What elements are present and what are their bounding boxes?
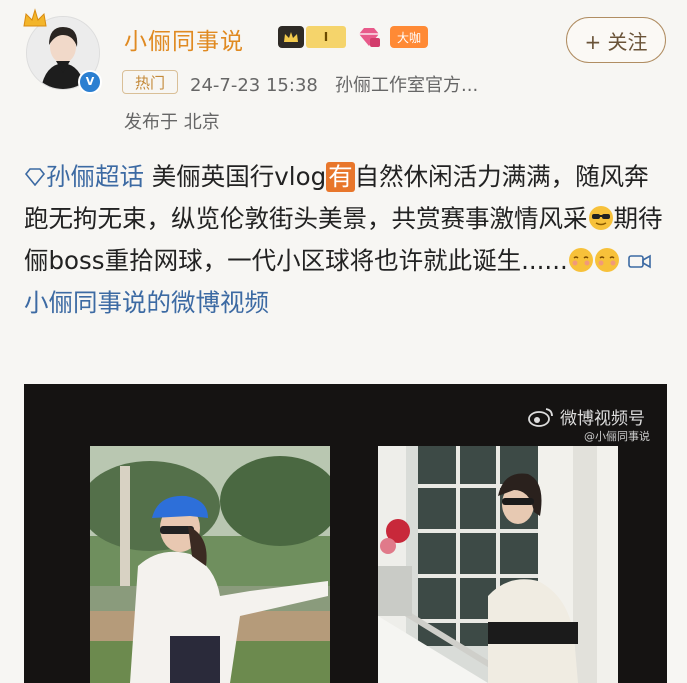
username[interactable]: 小俪同事说 [124,22,244,56]
post-source[interactable]: 孙俪工作室官方... [335,75,478,96]
small-crown-icon [284,32,298,42]
weibo-video-watermark: 微博视频号 [528,404,645,429]
weibo-logo-icon [528,407,553,427]
vip-crown-badge [278,26,304,48]
shy-emoji-icon-2 [594,248,619,272]
video-frame-left [90,446,330,683]
diamond-icon [24,168,46,187]
watermark-sub: @小俪同事说 [584,430,650,443]
post-timestamp: 24-7-23 15:38 [190,75,318,96]
follow-button[interactable]: + 关注 [566,17,666,63]
post-location: 发布于 北京 [124,112,220,133]
follow-label: + 关注 [584,29,648,54]
hot-tag: 热门 [122,70,178,94]
gem-icon [356,26,382,48]
v-verified-icon: V [78,70,102,94]
crown-icon [23,8,47,27]
video-link-label: 小俪同事说的微博视频 [24,288,269,317]
topic-link[interactable]: 孙俪超话 [24,162,144,191]
video-player[interactable]: 微博视频号 @小俪同事说 [24,384,667,683]
yo-badge: 有 [326,162,355,192]
video-frame-right [378,446,618,683]
shy-emoji-icon [568,248,593,272]
post-text-a: 美俪英国行vlog [144,162,327,191]
video-camera-icon [627,254,651,269]
big-v-badge: 大咖 [390,26,428,48]
watermark-label: 微博视频号 [560,409,645,429]
sunglasses-emoji-icon [588,206,613,230]
avatar-container[interactable]: V [23,8,102,94]
post-text: 孙俪超话 美俪英国行vlog有自然休闲活力满满，随风奔跑无拘无束，纵览伦敦街头美… [24,156,664,324]
post-meta: 24-7-23 15:38 孙俪工作室官方... [190,71,478,97]
level-badge: I [306,26,346,48]
topic-label: 孙俪超话 [46,162,144,191]
